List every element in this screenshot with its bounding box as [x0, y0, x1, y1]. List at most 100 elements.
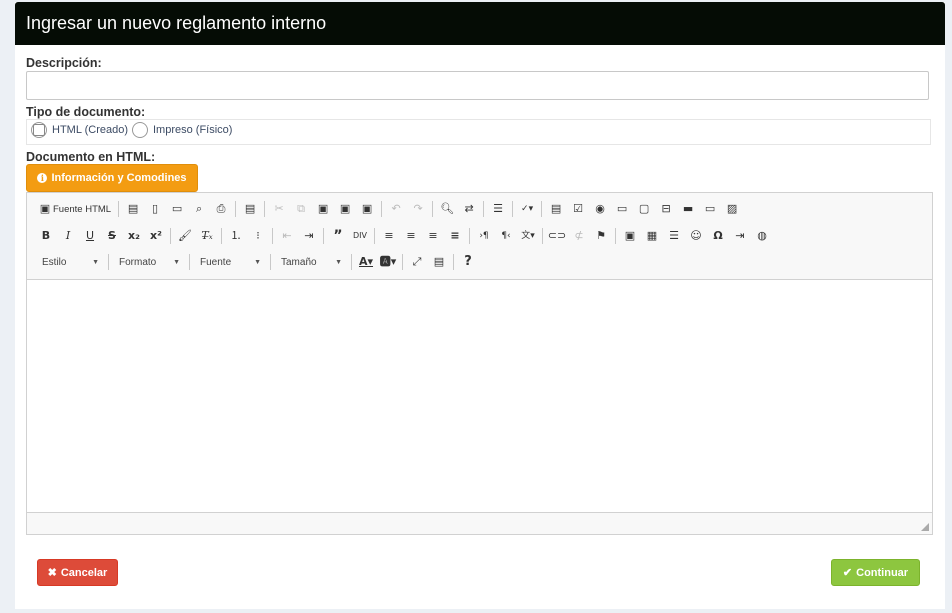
hidden-field-button[interactable]: ▨: [721, 198, 743, 220]
descripcion-label: Descripción:: [26, 56, 102, 70]
source-icon: ▣: [39, 202, 51, 215]
anchor-button[interactable]: ⚑: [590, 225, 612, 247]
info-comodines-button[interactable]: i Información y Comodines: [26, 164, 198, 192]
ltr-button[interactable]: ›¶: [473, 225, 495, 247]
image-button-button[interactable]: ▭: [699, 198, 721, 220]
special-char-button[interactable]: Ω: [707, 225, 729, 247]
radio-button[interactable]: ◉: [589, 198, 611, 220]
source-html-button[interactable]: ▣ Fuente HTML: [35, 198, 115, 220]
info-comodines-label: Información y Comodines: [51, 172, 187, 184]
copy-format-button[interactable]: 🖌︎: [174, 225, 196, 247]
link-button[interactable]: ⊂⊃: [546, 225, 568, 247]
export-pdf-button[interactable]: ▭: [166, 198, 188, 220]
find-button[interactable]: 🔍︎: [436, 198, 458, 220]
outdent-button[interactable]: ⇤: [276, 225, 298, 247]
bg-color-button[interactable]: 🅰︎▾: [377, 251, 399, 273]
radio-impreso[interactable]: [132, 122, 148, 138]
radio-option-html[interactable]: HTML (Creado): [31, 122, 128, 138]
format-select[interactable]: Formato ▼: [112, 251, 186, 273]
editor-content-area[interactable]: [27, 280, 932, 513]
table-button[interactable]: ▦: [641, 225, 663, 247]
resize-handle-icon[interactable]: [921, 523, 929, 531]
form-button-button[interactable]: ▬: [677, 198, 699, 220]
select-all-button[interactable]: ☰: [487, 198, 509, 220]
indent-button[interactable]: ⇥: [298, 225, 320, 247]
maximize-icon: ⤢: [412, 255, 422, 268]
italic-button[interactable]: I: [57, 225, 79, 247]
checkbox-button[interactable]: ☑: [567, 198, 589, 220]
rtl-button[interactable]: ¶‹: [495, 225, 517, 247]
paste-icon: ▣: [317, 202, 329, 215]
bulleted-list-button[interactable]: ⁝: [247, 225, 269, 247]
textfield-button[interactable]: ▭: [611, 198, 633, 220]
maximize-button[interactable]: ⤢: [406, 251, 428, 273]
textarea-button[interactable]: ▢: [633, 198, 655, 220]
paste-button[interactable]: ▣: [312, 198, 334, 220]
align-center-button[interactable]: ≡: [400, 225, 422, 247]
print-button[interactable]: ⎙: [210, 198, 232, 220]
radio-option-impreso[interactable]: Impreso (Físico): [132, 122, 232, 138]
language-button[interactable]: 文▾: [517, 225, 539, 247]
toolbar-separator: [118, 201, 120, 217]
select-field-button[interactable]: ⊟: [655, 198, 677, 220]
text-color-button[interactable]: A▾: [355, 251, 377, 273]
cancel-button[interactable]: ✖ Cancelar: [37, 559, 118, 586]
size-select[interactable]: Tamaño ▼: [274, 251, 348, 273]
redo-button[interactable]: ↷: [407, 198, 429, 220]
help-button[interactable]: ?: [457, 251, 479, 273]
align-right-icon: ≡: [428, 229, 438, 242]
continue-label: Continuar: [856, 566, 909, 579]
templates-button[interactable]: ▤: [239, 198, 261, 220]
strike-button[interactable]: S: [101, 225, 123, 247]
numbered-list-button[interactable]: ⒈: [225, 225, 247, 247]
align-right-button[interactable]: ≡: [422, 225, 444, 247]
justify-button[interactable]: ≡: [444, 225, 466, 247]
brush-icon: 🖌︎: [178, 229, 192, 242]
cut-button[interactable]: ✂: [268, 198, 290, 220]
page-break-icon: ⇥: [735, 229, 745, 242]
underline-button[interactable]: U: [79, 225, 101, 247]
chevron-down-icon: ▼: [335, 258, 342, 266]
new-page-button[interactable]: ▯: [144, 198, 166, 220]
iframe-button[interactable]: ◍: [751, 225, 773, 247]
toolbar-separator: [351, 254, 352, 270]
unlink-button[interactable]: ⊄: [568, 225, 590, 247]
undo-button[interactable]: ↶: [385, 198, 407, 220]
style-select[interactable]: Estilo ▼: [35, 251, 105, 273]
smiley-button[interactable]: ☺: [685, 225, 707, 247]
paste-text-button[interactable]: ▣: [334, 198, 356, 220]
save-button[interactable]: ▤: [122, 198, 144, 220]
superscript-button[interactable]: x²: [145, 225, 167, 247]
table-icon: ▦: [646, 229, 658, 242]
continue-button[interactable]: ✔ Continuar: [831, 559, 920, 586]
page-break-button[interactable]: ⇥: [729, 225, 751, 247]
horizontal-line-button[interactable]: ☰: [663, 225, 685, 247]
form-button[interactable]: ▤: [545, 198, 567, 220]
align-left-button[interactable]: ≡: [378, 225, 400, 247]
create-div-button[interactable]: DIV: [349, 225, 371, 247]
language-icon: 文▾: [521, 231, 535, 241]
replace-button[interactable]: ⇄: [458, 198, 480, 220]
spellcheck-button[interactable]: ✓▾: [516, 198, 538, 220]
subscript-button[interactable]: x₂: [123, 225, 145, 247]
spellcheck-icon: ✓▾: [521, 204, 534, 214]
horizontal-line-icon: ☰: [669, 229, 679, 242]
radio-html[interactable]: [31, 122, 47, 138]
copy-button[interactable]: ⧉: [290, 198, 312, 220]
toolbar-separator: [512, 201, 514, 217]
toolbar-row-3: Estilo ▼ Formato ▼ Fuente ▼ Tamaño ▼ A▾ …: [35, 250, 479, 274]
globe-icon: ◍: [757, 229, 767, 242]
toolbar-separator: [402, 254, 403, 270]
font-select[interactable]: Fuente ▼: [193, 251, 267, 273]
preview-button[interactable]: ⌕: [188, 198, 210, 220]
style-select-label: Estilo: [42, 256, 67, 268]
descripcion-input[interactable]: [26, 71, 929, 100]
preview-icon: ⌕: [195, 202, 203, 215]
paste-word-button[interactable]: ▣: [356, 198, 378, 220]
image-button[interactable]: ▣: [619, 225, 641, 247]
blockquote-button[interactable]: ”: [327, 225, 349, 247]
bold-button[interactable]: B: [35, 225, 57, 247]
show-blocks-button[interactable]: ▤: [428, 251, 450, 273]
image-button-icon: ▭: [704, 202, 716, 215]
remove-format-button[interactable]: T̶ₓ: [196, 225, 218, 247]
